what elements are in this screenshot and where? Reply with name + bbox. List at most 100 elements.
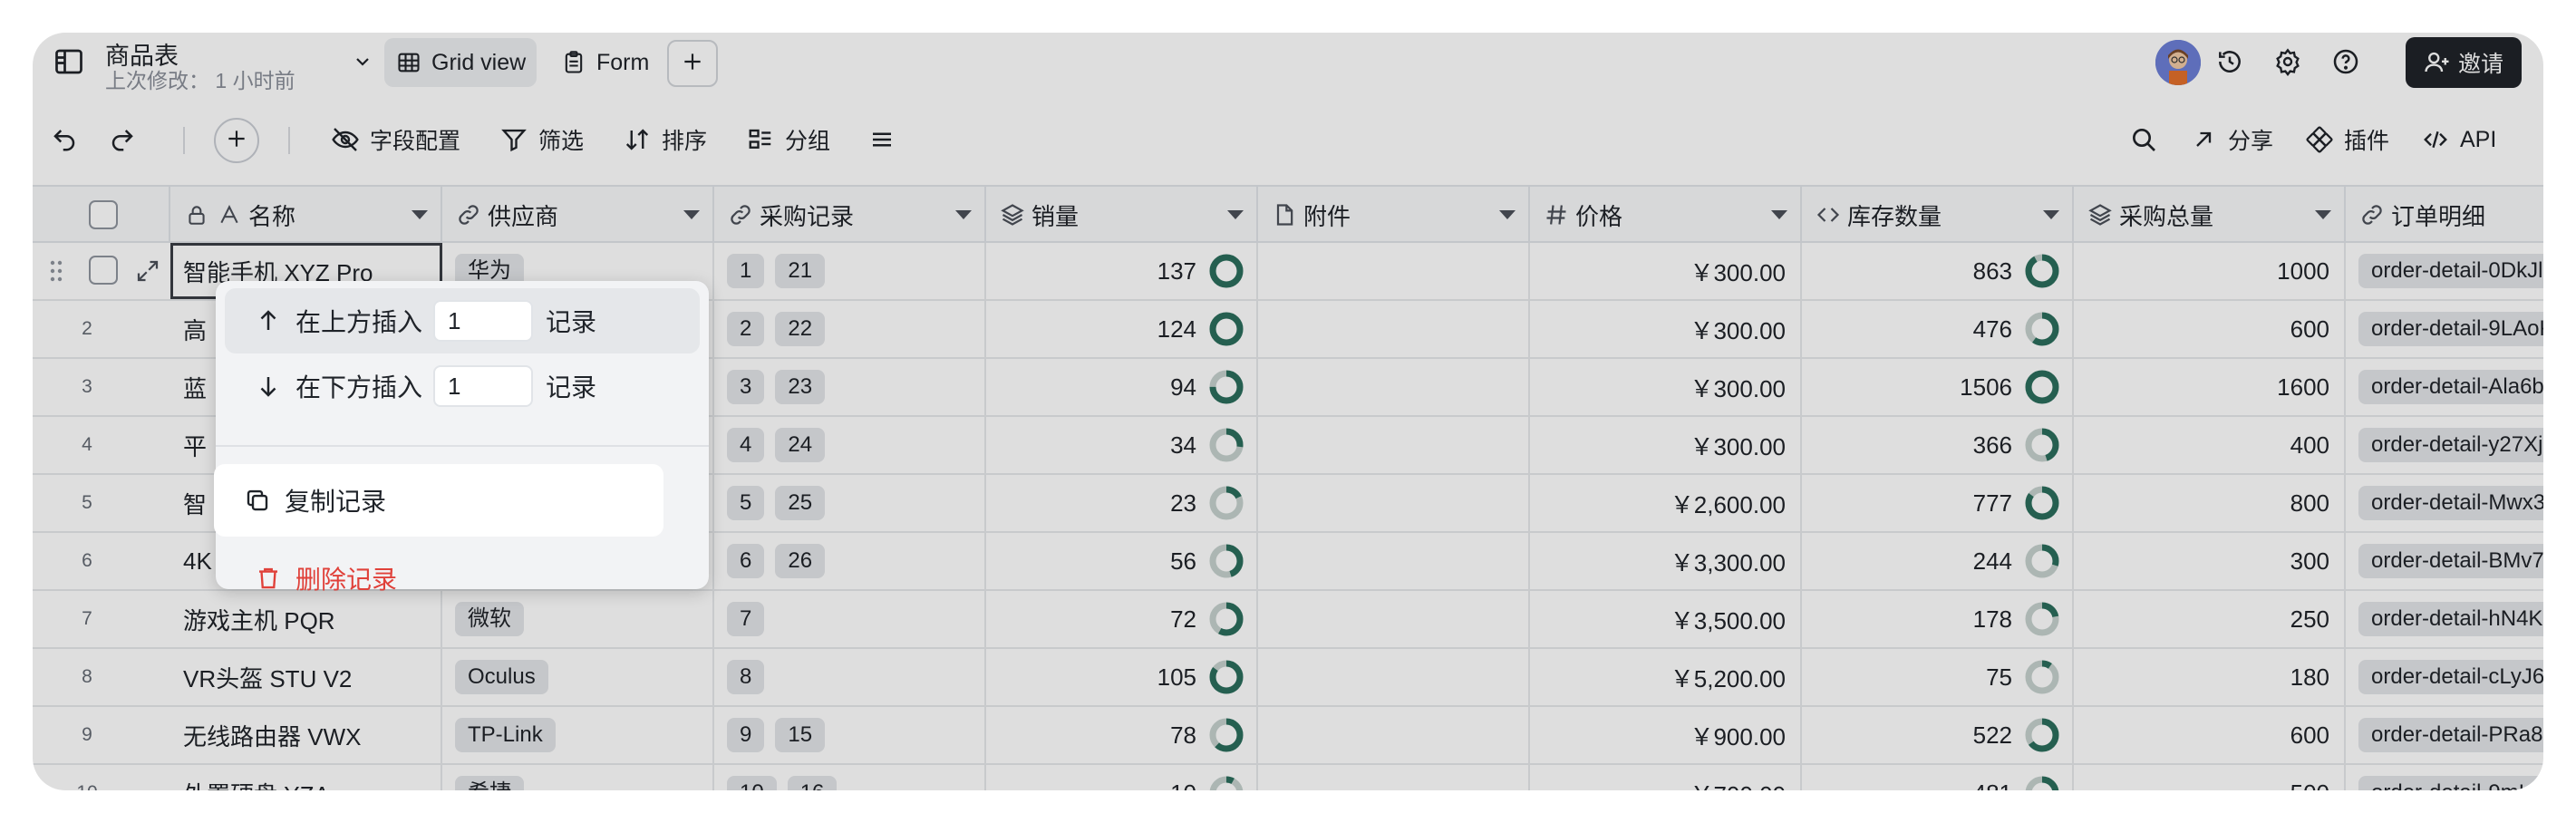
cell-order[interactable]: order-detail-Ala6bY xyxy=(2346,359,2543,415)
invite-button[interactable]: 邀请 xyxy=(2406,37,2522,88)
purchase-tag[interactable]: 3 xyxy=(727,370,765,404)
purchase-tag[interactable]: 26 xyxy=(775,544,826,578)
order-tag[interactable]: order-detail-cLyJ6w xyxy=(2358,660,2543,694)
cell-sales[interactable]: 23 xyxy=(986,475,1258,531)
cell-stock[interactable]: 244 xyxy=(1802,533,2074,589)
column-header-purchases[interactable]: 采购记录 xyxy=(714,187,986,243)
column-header-supplier[interactable]: 供应商 xyxy=(442,187,714,243)
chevron-down-icon[interactable] xyxy=(683,210,700,219)
add-record-button[interactable] xyxy=(214,118,259,163)
supplier-tag[interactable]: 希捷 xyxy=(455,776,524,790)
cell-order[interactable]: order-detail-PRa8a xyxy=(2346,707,2543,763)
share-button[interactable]: 分享 xyxy=(2188,118,2273,161)
cell-name[interactable]: 无线路由器 VWX xyxy=(170,707,442,763)
cell-stock[interactable]: 863 xyxy=(1802,243,2074,299)
insert-above-item[interactable]: 在上方插入 1 记录 xyxy=(225,288,700,353)
purchase-tag[interactable]: 5 xyxy=(727,486,765,520)
purchase-tag[interactable]: 22 xyxy=(775,312,826,346)
column-header-attachment[interactable]: 附件 xyxy=(1258,187,1530,243)
redo-button[interactable] xyxy=(107,118,147,161)
cell-purchases[interactable]: 8 xyxy=(714,649,986,705)
sidebar-toggle-icon[interactable] xyxy=(47,40,91,83)
chevron-down-icon[interactable] xyxy=(341,40,384,83)
cell-sales[interactable]: 10 xyxy=(986,765,1258,790)
cell-sales[interactable]: 78 xyxy=(986,707,1258,763)
cell-attachment[interactable] xyxy=(1258,533,1530,589)
cell-price[interactable]: ￥5,200.00 xyxy=(1530,649,1802,705)
supplier-tag[interactable]: Oculus xyxy=(455,660,548,694)
purchase-tag[interactable]: 8 xyxy=(727,660,765,694)
order-tag[interactable]: order-detail-hN4KL xyxy=(2358,602,2543,636)
cell-attachment[interactable] xyxy=(1258,243,1530,299)
history-icon[interactable] xyxy=(2208,40,2252,83)
purchase-tag[interactable]: 6 xyxy=(727,544,765,578)
order-tag[interactable]: order-detail-PRa8a xyxy=(2358,718,2543,752)
order-tag[interactable]: order-detail-0DkJlz xyxy=(2358,254,2543,288)
order-tag[interactable]: order-detail-Ala6bY xyxy=(2358,370,2543,404)
insert-below-item[interactable]: 在下方插入 1 记录 xyxy=(225,353,700,419)
sort-button[interactable]: 排序 xyxy=(622,118,707,161)
cell-order[interactable]: order-detail-hN4KL xyxy=(2346,591,2543,647)
cell-price[interactable]: ￥3,500.00 xyxy=(1530,591,1802,647)
cell-purchases[interactable]: 3 23 xyxy=(714,359,986,415)
view-tab-grid[interactable]: Grid view xyxy=(384,38,537,87)
cell-price[interactable]: ￥3,300.00 xyxy=(1530,533,1802,589)
avatar[interactable] xyxy=(2155,40,2201,85)
drag-handle-icon[interactable] xyxy=(47,257,65,285)
purchase-tag[interactable]: 4 xyxy=(727,428,765,462)
cell-stock[interactable]: 522 xyxy=(1802,707,2074,763)
add-view-button[interactable] xyxy=(667,40,718,87)
table-row[interactable]: 9 无线路由器 VWX TP-Link 9 15 78 ￥900.00 522 600 order… xyxy=(33,707,2543,765)
cell-attachment[interactable] xyxy=(1258,707,1530,763)
purchase-tag[interactable]: 21 xyxy=(775,254,826,288)
select-all[interactable] xyxy=(33,187,170,243)
cell-total[interactable]: 500 xyxy=(2074,765,2346,790)
cell-sales[interactable]: 34 xyxy=(986,417,1258,473)
order-tag[interactable]: order-detail-y27XjeY xyxy=(2358,428,2543,462)
cell-attachment[interactable] xyxy=(1258,475,1530,531)
cell-stock[interactable]: 777 xyxy=(1802,475,2074,531)
order-tag[interactable]: order-detail-Mwx3f xyxy=(2358,486,2543,520)
cell-total[interactable]: 250 xyxy=(2074,591,2346,647)
cell-purchases[interactable]: 1 21 xyxy=(714,243,986,299)
cell-purchases[interactable]: 5 25 xyxy=(714,475,986,531)
cell-price[interactable]: ￥300.00 xyxy=(1530,243,1802,299)
cell-order[interactable]: order-detail-cLyJ6w xyxy=(2346,649,2543,705)
cell-sales[interactable]: 137 xyxy=(986,243,1258,299)
column-header-total[interactable]: 采购总量 xyxy=(2074,187,2346,243)
chevron-down-icon[interactable] xyxy=(955,210,972,219)
cell-order[interactable]: order-detail-Mwx3f xyxy=(2346,475,2543,531)
cell-purchases[interactable]: 9 15 xyxy=(714,707,986,763)
expand-icon[interactable] xyxy=(134,257,161,285)
cell-attachment[interactable] xyxy=(1258,765,1530,790)
cell-purchases[interactable]: 2 22 xyxy=(714,301,986,357)
cell-order[interactable]: order-detail-0DkJlz xyxy=(2346,243,2543,299)
purchase-tag[interactable]: 9 xyxy=(727,718,765,752)
cell-total[interactable]: 1600 xyxy=(2074,359,2346,415)
purchase-tag[interactable]: 24 xyxy=(775,428,826,462)
cell-price[interactable]: ￥2,600.00 xyxy=(1530,475,1802,531)
cell-total[interactable]: 180 xyxy=(2074,649,2346,705)
cell-stock[interactable]: 75 xyxy=(1802,649,2074,705)
help-icon[interactable] xyxy=(2324,40,2368,83)
cell-total[interactable]: 600 xyxy=(2074,707,2346,763)
field-config-button[interactable]: 字段配置 xyxy=(330,118,460,161)
cell-purchases[interactable]: 4 24 xyxy=(714,417,986,473)
column-header-order[interactable]: 订单明细 xyxy=(2346,187,2543,243)
purchase-tag[interactable]: 2 xyxy=(727,312,765,346)
cell-sales[interactable]: 94 xyxy=(986,359,1258,415)
cell-total[interactable]: 1000 xyxy=(2074,243,2346,299)
cell-order[interactable]: order-detail-BMv7fE xyxy=(2346,533,2543,589)
order-tag[interactable]: order-detail-BMv7fE xyxy=(2358,544,2543,578)
cell-stock[interactable]: 481 xyxy=(1802,765,2074,790)
cell-attachment[interactable] xyxy=(1258,359,1530,415)
purchase-tag[interactable]: 25 xyxy=(775,486,826,520)
cell-total[interactable]: 400 xyxy=(2074,417,2346,473)
purchase-tag[interactable]: 7 xyxy=(727,602,765,636)
cell-attachment[interactable] xyxy=(1258,649,1530,705)
delete-record-item[interactable]: 删除记录 xyxy=(225,546,700,611)
cell-stock[interactable]: 178 xyxy=(1802,591,2074,647)
column-header-stock[interactable]: 库存数量 xyxy=(1802,187,2074,243)
chevron-down-icon[interactable] xyxy=(412,210,428,219)
undo-button[interactable] xyxy=(49,118,89,161)
